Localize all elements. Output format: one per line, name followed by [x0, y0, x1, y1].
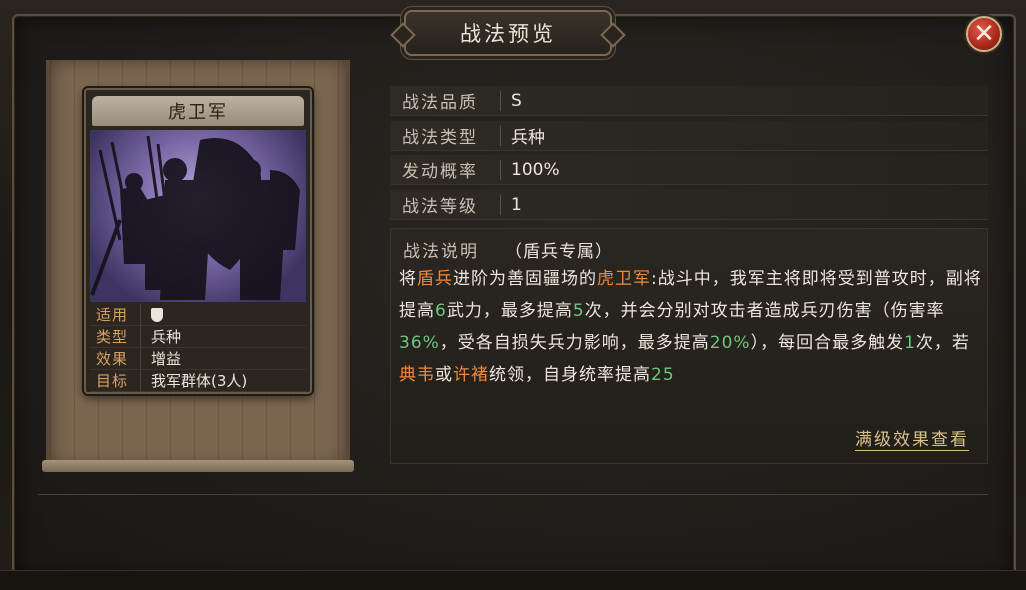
highlight-number: 1: [904, 333, 916, 353]
description-segment: 将: [399, 269, 417, 289]
attr-row-type: 战法类型 兵种: [390, 121, 988, 151]
attr-key: 战法品质: [402, 93, 478, 113]
card-row-value: [140, 304, 163, 325]
description-segment: 或: [435, 365, 453, 385]
close-icon: ✕: [973, 19, 995, 49]
card-row-value: 兵种: [140, 326, 181, 347]
highlight-name: 许褚: [453, 365, 489, 385]
description-header: 战法说明 （盾兵专属）: [403, 237, 613, 262]
description-sub: （盾兵专属）: [505, 242, 613, 262]
description-segment: 统领，自身统率提高: [489, 365, 651, 385]
description-label: 战法说明: [403, 242, 479, 262]
attr-row-probability: 发动概率 100%: [390, 155, 988, 185]
shield-icon: [151, 307, 163, 322]
attr-key: 发动概率: [402, 162, 478, 182]
attr-key: 战法类型: [402, 128, 478, 148]
card-row-value: 增益: [140, 348, 181, 369]
card-title: 虎卫军: [92, 96, 304, 126]
bottom-divider: [38, 494, 988, 495]
dialog-title: 战法预览: [404, 10, 612, 56]
card-row-key: 适用: [96, 306, 129, 324]
card-row-apply: 适用: [90, 304, 306, 326]
highlight-number: 20%: [709, 333, 751, 353]
card-row-target: 目标 我军群体(3人): [90, 370, 306, 392]
card-row-key: 效果: [96, 350, 129, 368]
attr-value: 兵种: [511, 128, 545, 148]
highlight-number: 25: [651, 365, 675, 385]
close-button[interactable]: ✕: [966, 16, 1002, 52]
attr-row-quality: 战法品质 S: [390, 86, 988, 116]
description-segment: ，受各自损失兵力影响，最多提高: [439, 333, 710, 353]
card-row-effect: 效果 增益: [90, 348, 306, 370]
description-segment: ），每回合最多触发: [750, 333, 905, 353]
card-row-key: 类型: [96, 328, 129, 346]
attr-key: 战法等级: [402, 197, 478, 217]
attr-divider: [500, 90, 501, 111]
attr-divider: [500, 125, 501, 146]
highlight-number: 36%: [399, 333, 440, 353]
attr-value: 100%: [511, 159, 560, 180]
highlight-number: 5: [572, 301, 585, 321]
attr-value: S: [511, 90, 522, 111]
highlight-name: 虎卫军: [597, 269, 651, 289]
card-row-key: 目标: [96, 372, 129, 390]
card-info: 适用 类型 兵种 效果 增益 目标 我军群体(3人): [90, 304, 306, 392]
skill-card: 虎卫军 适用 类型 兵种 效果 增益 目标 我军群体(3人): [84, 88, 312, 394]
description-box: 战法说明 （盾兵专属） 将盾兵进阶为善固疆场的虎卫军:战斗中，我军主将即将受到普攻…: [390, 228, 988, 464]
attr-row-level: 战法等级 1: [390, 190, 988, 220]
description-segment: 进阶为善固疆场的: [453, 269, 597, 289]
description-segment: 次，若: [915, 333, 970, 353]
highlight-name: 典韦: [399, 365, 435, 385]
attr-value: 1: [511, 194, 522, 215]
highlight-number: 6: [435, 301, 447, 321]
description-segment: 武力，最多提高: [446, 301, 573, 321]
card-row-type: 类型 兵种: [90, 326, 306, 348]
attr-divider: [500, 159, 501, 180]
bottom-bar: [0, 570, 1026, 590]
card-row-value: 我军群体(3人): [140, 370, 247, 391]
attr-divider: [500, 194, 501, 215]
description-text: 将盾兵进阶为善固疆场的虎卫军:战斗中，我军主将即将受到普攻时，副将提高6武力，最…: [399, 263, 983, 391]
description-segment: 次，并会分别对攻击者造成兵刃伤害（伤害率: [584, 301, 945, 321]
highlight-name: 盾兵: [417, 269, 453, 289]
soldiers-silhouette-art: [90, 130, 306, 302]
max-level-effect-link[interactable]: 满级效果查看: [855, 425, 969, 451]
